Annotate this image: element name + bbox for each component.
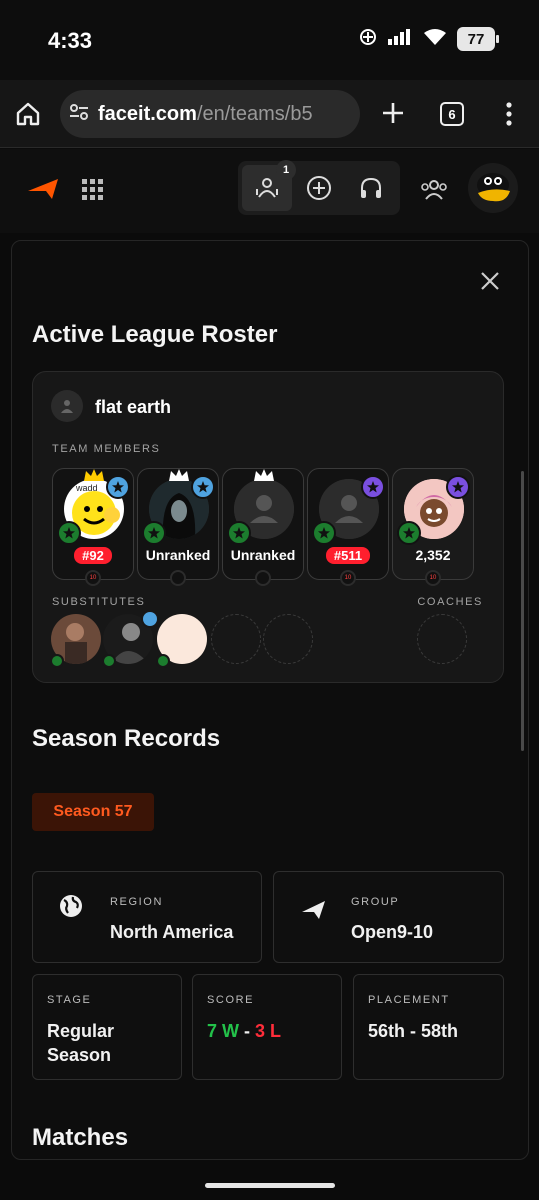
leader-crown-icon: [83, 468, 105, 487]
new-tab-icon[interactable]: [380, 100, 406, 126]
url-path: /en/teams/b5: [196, 102, 313, 125]
site-settings-icon[interactable]: [68, 101, 90, 128]
user-avatar[interactable]: [468, 163, 518, 213]
apps-grid-icon[interactable]: [80, 177, 104, 206]
close-icon[interactable]: [480, 271, 500, 296]
placement-value: 56th - 58th: [368, 1021, 459, 1041]
member-rank: #511: [325, 547, 371, 564]
group-value: Open9-10: [351, 922, 434, 942]
team-panel: Active League Roster flat earth TEAM MEM…: [11, 240, 529, 1160]
verified-icon: [397, 521, 421, 545]
sub-star-icon: [191, 475, 215, 499]
member-elo: 2,352: [415, 547, 451, 563]
scrollbar[interactable]: [521, 471, 524, 751]
region-label: REGION: [110, 896, 163, 908]
placement-card: PLACEMENT 56th - 58th: [353, 974, 504, 1080]
team-members-label: TEAM MEMBERS: [52, 443, 161, 455]
verified-icon: [50, 654, 64, 668]
member-card[interactable]: 2,352: [392, 468, 474, 580]
verified-icon: [312, 521, 336, 545]
address-bar[interactable]: faceit.com/en/teams/b5: [60, 90, 360, 138]
member-rank: #92: [74, 547, 112, 564]
stage-card: STAGE Regular Season: [32, 974, 182, 1080]
premium-star-icon: [446, 475, 470, 499]
skill-level-icon: [255, 570, 271, 586]
season-records-title: Season Records: [32, 725, 221, 752]
sub-star-icon: [141, 610, 159, 628]
roster-title: Active League Roster: [32, 321, 278, 348]
member-card[interactable]: Unranked: [137, 468, 219, 580]
status-bar: 4:33 77: [0, 0, 539, 80]
matches-title: Matches: [32, 1124, 129, 1151]
placement-label: PLACEMENT: [368, 994, 450, 1006]
empty-coach-slot: [417, 614, 467, 664]
score-separator: -: [239, 1021, 256, 1041]
party-icon: [256, 178, 278, 198]
browser-toolbar: faceit.com/en/teams/b5 6: [0, 80, 539, 148]
globe-icon: [59, 894, 83, 923]
member-rank: Unranked: [145, 547, 211, 563]
target-icon: [359, 28, 377, 51]
score-label: SCORE: [207, 994, 255, 1006]
more-menu-icon[interactable]: [504, 100, 514, 128]
group-arrow-icon: [302, 900, 326, 925]
tab-switcher-button[interactable]: 6: [440, 102, 464, 126]
team-name[interactable]: flat earth: [95, 397, 171, 418]
member-card[interactable]: wadd #92: [52, 468, 134, 580]
friends-icon[interactable]: [420, 177, 448, 208]
member-card[interactable]: #511: [307, 468, 389, 580]
skill-level-icon: 10: [340, 570, 356, 586]
tab-count: 6: [440, 102, 464, 126]
season-selector[interactable]: Season 57: [32, 793, 154, 831]
premium-star-icon: [361, 475, 385, 499]
verified-icon: [156, 654, 170, 668]
verified-icon: [57, 521, 81, 545]
substitutes-label: SUBSTITUTES: [52, 596, 146, 608]
score-card: SCORE 7 W - 3 L: [192, 974, 342, 1080]
score-value: 7 W - 3 L: [207, 1019, 281, 1043]
home-icon[interactable]: [14, 100, 42, 128]
signal-icon: [387, 28, 413, 51]
sub-star-icon: [106, 475, 130, 499]
coaches-label: COACHES: [417, 596, 483, 608]
region-value: North America: [110, 922, 234, 942]
battery-indicator: 77: [457, 27, 499, 51]
stage-label: STAGE: [47, 994, 92, 1006]
leader-crown-icon: [253, 468, 275, 487]
skill-level-icon: 10: [425, 570, 441, 586]
region-card: REGION North America: [32, 871, 262, 963]
headphones-icon[interactable]: [358, 175, 384, 206]
quick-actions: [238, 161, 400, 215]
empty-substitute-slot: [263, 614, 313, 664]
skill-level-icon: 10: [85, 570, 101, 586]
score-wins: 7 W: [207, 1021, 240, 1041]
url-host: faceit.com: [98, 102, 197, 125]
leader-crown-icon: [168, 468, 190, 487]
roster-card: flat earth TEAM MEMBERS wadd #92 10 Unra…: [32, 371, 504, 683]
group-card: GROUP Open9-10: [273, 871, 504, 963]
group-label: GROUP: [351, 896, 400, 908]
verified-icon: [142, 521, 166, 545]
wifi-icon: [423, 28, 447, 51]
verified-icon: [227, 521, 251, 545]
app-header: [0, 149, 539, 233]
team-icon: [51, 390, 83, 422]
empty-substitute-slot: [211, 614, 261, 664]
stage-value: Regular Season: [47, 1021, 115, 1065]
score-losses: 3 L: [255, 1021, 282, 1041]
clock: 4:33: [48, 28, 93, 53]
add-icon[interactable]: [306, 175, 332, 206]
member-card[interactable]: Unranked: [222, 468, 304, 580]
home-indicator[interactable]: [205, 1183, 335, 1188]
notification-badge: 1: [276, 160, 296, 180]
member-rank: Unranked: [230, 547, 296, 563]
verified-icon: [102, 654, 116, 668]
skill-level-icon: [170, 570, 186, 586]
faceit-logo-icon[interactable]: [28, 177, 60, 206]
